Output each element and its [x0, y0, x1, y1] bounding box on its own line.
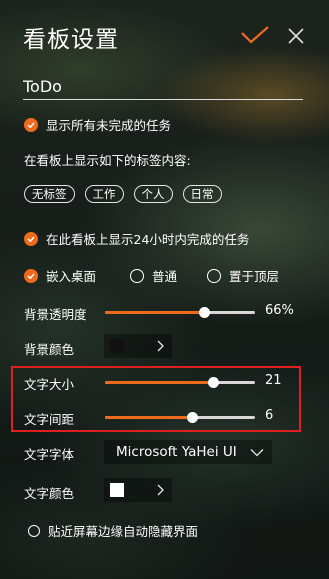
chevron-right-icon — [157, 340, 164, 352]
close-icon[interactable] — [287, 27, 305, 45]
font-family-select[interactable]: Microsoft YaHei UI — [104, 440, 272, 464]
check-icon — [27, 273, 35, 279]
tag-chip[interactable]: 无标签 — [24, 185, 75, 203]
mode-embed-label: 嵌入桌面 — [46, 269, 97, 284]
font-family-label: 文字字体 — [24, 447, 75, 462]
chevron-right-icon — [157, 484, 164, 496]
opacity-value: 66% — [265, 303, 294, 318]
mode-embed-option[interactable]: 嵌入桌面 — [24, 266, 96, 285]
page-title: 看板设置 — [23, 27, 119, 53]
mode-topmost-radio[interactable] — [207, 268, 221, 283]
tags-prompt: 在看板上显示如下的标签内容: — [24, 153, 191, 168]
font-size-slider[interactable] — [105, 377, 255, 388]
font-size-value: 21 — [265, 373, 282, 388]
mode-topmost-option[interactable]: 置于顶层 — [207, 266, 279, 285]
show-all-incomplete-checkbox[interactable] — [24, 117, 38, 132]
auto-hide-option[interactable]: 贴近屏幕边缘自动隐藏界面 — [28, 521, 198, 540]
mode-normal-label: 普通 — [152, 269, 178, 284]
mode-embed-radio[interactable] — [24, 268, 38, 283]
font-size-slider-fill — [105, 381, 213, 384]
line-spacing-value: 6 — [265, 408, 274, 423]
show-completed-24h-label: 在此看板上显示24小时内完成的任务 — [46, 232, 250, 247]
bg-color-label: 背景颜色 — [24, 342, 75, 357]
show-completed-24h-checkbox[interactable] — [24, 231, 38, 246]
font-size-slider-thumb[interactable] — [208, 377, 219, 388]
line-spacing-slider-fill — [105, 416, 192, 419]
text-color-swatch — [110, 483, 124, 497]
mode-normal-option[interactable]: 普通 — [130, 266, 177, 285]
tag-chip[interactable]: 日常 — [182, 185, 222, 203]
bg-color-picker[interactable] — [104, 334, 172, 358]
tag-chip[interactable]: 工作 — [84, 185, 124, 203]
board-name-input[interactable] — [23, 76, 303, 100]
line-spacing-slider[interactable] — [105, 412, 255, 423]
text-color-label: 文字颜色 — [24, 486, 75, 501]
mode-normal-radio[interactable] — [130, 268, 144, 283]
check-icon — [27, 122, 35, 128]
opacity-slider[interactable] — [105, 307, 255, 318]
show-all-incomplete-label: 显示所有未完成的任务 — [46, 118, 172, 133]
mode-topmost-label: 置于顶层 — [229, 269, 280, 284]
chevron-down-icon — [250, 448, 264, 456]
bg-color-swatch — [110, 339, 124, 353]
tag-chip[interactable]: 个人 — [133, 185, 173, 203]
auto-hide-checkbox[interactable] — [28, 524, 40, 537]
checkmark-icon[interactable] — [240, 24, 270, 48]
opacity-label: 背景透明度 — [24, 307, 87, 322]
check-icon — [27, 236, 35, 242]
text-color-picker[interactable] — [104, 478, 172, 502]
opacity-slider-fill — [105, 311, 204, 314]
show-completed-24h-option[interactable]: 在此看板上显示24小时内完成的任务 — [24, 229, 249, 248]
auto-hide-label: 贴近屏幕边缘自动隐藏界面 — [48, 524, 199, 539]
opacity-slider-thumb[interactable] — [199, 307, 210, 318]
font-family-value: Microsoft YaHei UI — [116, 444, 237, 460]
line-spacing-label: 文字间距 — [24, 412, 75, 427]
line-spacing-slider-thumb[interactable] — [187, 412, 198, 423]
font-size-label: 文字大小 — [24, 377, 75, 392]
tag-list: 无标签 工作 个人 日常 — [24, 185, 222, 203]
show-all-incomplete-option[interactable]: 显示所有未完成的任务 — [24, 115, 171, 134]
